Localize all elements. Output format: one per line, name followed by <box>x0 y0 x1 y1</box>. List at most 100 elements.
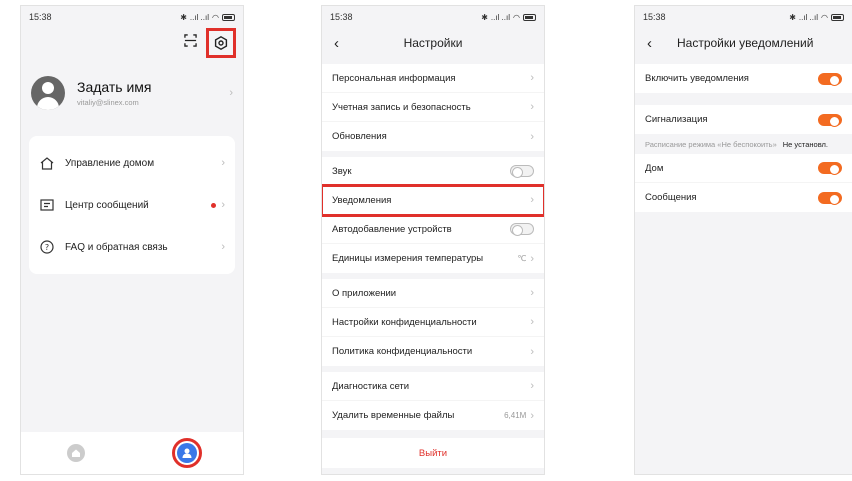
settings-item-label: Автодобавление устройств <box>332 223 452 235</box>
alarm-toggle[interactable] <box>818 113 842 127</box>
setting-label: Сигнализация <box>645 114 708 125</box>
home-notifications-row: Дом <box>635 154 852 183</box>
category-group: Дом Сообщения <box>635 154 852 212</box>
setting-label: Сообщения <box>645 192 697 203</box>
settings-item-auto-add-devices: Автодобавление устройств <box>322 215 544 244</box>
bluetooth-icon: ✱ <box>789 12 796 22</box>
battery-icon <box>222 13 235 21</box>
menu-item-home-management[interactable]: Управление домом › <box>29 142 235 184</box>
wifi-icon: ◠ <box>513 12 520 22</box>
notification-navbar: ‹ Настройки уведомлений <box>635 28 852 58</box>
bluetooth-icon: ✱ <box>180 12 187 22</box>
settings-item-temperature-units[interactable]: Единицы измерения температуры ℃ › <box>322 244 544 273</box>
chevron-right-icon: › <box>221 157 225 169</box>
chevron-right-icon: › <box>530 252 534 265</box>
settings-group-maintenance: Диагностика сети › Удалить временные файл… <box>322 372 544 430</box>
settings-item-about[interactable]: О приложении › <box>322 279 544 308</box>
dnd-schedule-label: Расписание режима «Не беспокоить» <box>645 139 777 149</box>
chevron-right-icon: › <box>530 287 534 299</box>
settings-item-label: Удалить временные файлы <box>332 410 455 421</box>
chevron-right-icon: › <box>530 409 534 422</box>
settings-item-label: Уведомления <box>332 194 392 206</box>
settings-item-account-security[interactable]: Учетная запись и безопасность › <box>322 93 544 122</box>
logout-button[interactable]: Выйти <box>322 438 544 468</box>
profile-screen: 15:38 ✱ ..ıl ..ıl ◠ Задать имя vitaliy@s… <box>20 5 244 475</box>
chevron-right-icon: › <box>229 87 233 99</box>
chevron-right-icon: › <box>530 130 534 143</box>
bottom-nav <box>21 432 243 474</box>
chevron-right-icon: › <box>530 194 534 206</box>
cache-size-value: 6,41M <box>504 411 527 420</box>
setting-label: Дом <box>645 162 664 174</box>
battery-icon <box>523 13 536 21</box>
home-notifications-toggle[interactable] <box>818 162 842 175</box>
sound-toggle[interactable] <box>510 165 534 178</box>
chevron-right-icon: › <box>530 345 534 358</box>
chevron-right-icon: › <box>221 199 225 211</box>
notification-enable-group: Включить уведомления <box>635 64 852 93</box>
notification-settings-screen: 15:38 ✱ ..ıl ..ıl ◠ ‹ Настройки уведомле… <box>634 5 852 475</box>
chevron-right-icon: › <box>530 380 534 392</box>
settings-item-label: Обновления <box>332 131 387 142</box>
settings-item-privacy-policy[interactable]: Политика конфиденциальности › <box>322 337 544 366</box>
dnd-schedule-value: Не установл. <box>782 139 828 149</box>
status-icons: ✱ ..ıl ..ıl ◠ <box>180 13 235 22</box>
settings-item-network-diagnostics[interactable]: Диагностика сети › <box>322 372 544 401</box>
chevron-right-icon: › <box>530 316 534 328</box>
profile-email: vitaliy@slinex.com <box>77 98 139 107</box>
chevron-right-icon: › <box>221 241 225 253</box>
avatar[interactable] <box>31 76 65 110</box>
page: 15:38 ✱ ..ıl ..ıl ◠ Задать имя vitaliy@s… <box>0 0 852 481</box>
settings-navbar: ‹ Настройки <box>322 28 544 58</box>
page-title: Настройки уведомлений <box>677 36 814 50</box>
settings-item-clear-cache[interactable]: Удалить временные файлы 6,41M › <box>322 401 544 430</box>
temperature-unit-value: ℃ <box>517 254 527 263</box>
settings-item-notifications[interactable]: Уведомления › <box>322 184 544 217</box>
signal-icon: ..ıl ..ıl <box>798 12 819 22</box>
back-arrow-icon[interactable]: ‹ <box>334 35 354 52</box>
status-icons: ✱ ..ıl ..ıl ◠ <box>789 13 844 22</box>
status-time: 15:38 <box>330 12 353 22</box>
dnd-schedule-row[interactable]: Расписание режима «Не беспокоить» Не уст… <box>635 134 852 154</box>
menu-item-message-center[interactable]: Центр сообщений › <box>29 184 235 226</box>
settings-item-label: Учетная запись и безопасность <box>332 101 471 113</box>
house-icon <box>39 155 55 171</box>
wifi-icon: ◠ <box>821 12 828 22</box>
profile-header[interactable]: Задать имя vitaliy@slinex.com › <box>21 58 243 128</box>
battery-icon <box>831 13 844 21</box>
settings-group-device: Звук Уведомления › Автодобавление устройс… <box>322 157 544 273</box>
menu-item-faq[interactable]: ? FAQ и обратная связь › <box>29 226 235 268</box>
unread-badge <box>211 202 217 208</box>
settings-item-label: Единицы измерения температуры <box>332 253 484 264</box>
message-notifications-row: Сообщения <box>635 183 852 212</box>
home-tab-icon[interactable] <box>67 444 85 462</box>
chevron-right-icon: › <box>530 72 534 84</box>
settings-item-personal-info[interactable]: Персональная информация › <box>322 64 544 93</box>
settings-group-about: О приложении › Настройки конфиденциальнос… <box>322 279 544 366</box>
message-icon <box>39 197 55 213</box>
message-notifications-toggle[interactable] <box>818 191 842 205</box>
settings-screen: 15:38 ✱ ..ıl ..ıl ◠ ‹ Настройки Персонал… <box>321 5 545 475</box>
status-bar: 15:38 ✱ ..ıl ..ıl ◠ <box>635 6 852 28</box>
back-arrow-icon[interactable]: ‹ <box>647 35 667 52</box>
profile-tab-icon[interactable] <box>172 438 202 468</box>
settings-item-privacy-settings[interactable]: Настройки конфиденциальности › <box>322 308 544 337</box>
status-bar: 15:38 ✱ ..ıl ..ıl ◠ <box>322 6 544 28</box>
top-actions <box>21 28 243 58</box>
menu-item-label: Управление домом <box>65 157 155 169</box>
enable-notifications-toggle[interactable] <box>818 72 842 86</box>
page-title: Настройки <box>403 36 463 50</box>
profile-info: Задать имя vitaliy@slinex.com <box>77 79 229 107</box>
settings-item-label: Политика конфиденциальности <box>332 346 473 357</box>
svg-text:?: ? <box>45 243 49 252</box>
settings-icon[interactable] <box>206 28 236 58</box>
help-icon: ? <box>39 239 55 255</box>
signal-icon: ..ıl ..ıl <box>490 12 511 22</box>
settings-group-account: Персональная информация › Учетная запись … <box>322 64 544 151</box>
settings-item-label: Диагностика сети <box>332 380 410 392</box>
settings-item-updates[interactable]: Обновления › <box>322 122 544 151</box>
chevron-right-icon: › <box>530 101 534 113</box>
auto-add-toggle[interactable] <box>510 223 534 236</box>
scan-icon[interactable] <box>184 34 197 52</box>
setting-label: Включить уведомления <box>645 73 749 84</box>
